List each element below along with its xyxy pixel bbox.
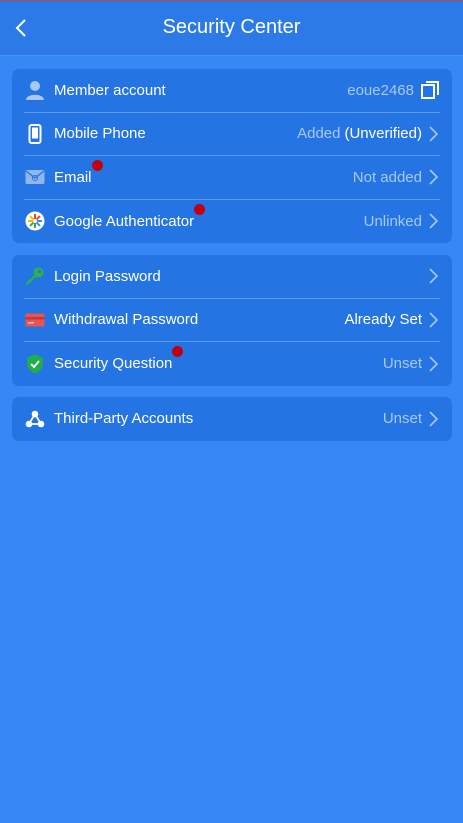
email-status: Not added: [352, 168, 422, 186]
google-authenticator-row[interactable]: Google Authenticator Unlinked: [24, 200, 440, 244]
page-title: Security Center: [162, 16, 301, 38]
copy-icon: [421, 81, 439, 100]
chevron-right-icon: [428, 267, 440, 285]
third-party-accounts-status: Unset: [382, 410, 422, 428]
email-label-text: Email: [54, 168, 92, 186]
chevron-right-icon: [428, 168, 440, 186]
security-question-status: Unset: [382, 355, 422, 373]
withdrawal-password-row[interactable]: Withdrawal Password Already Set: [24, 299, 440, 342]
withdrawal-password-value: Already Set: [344, 311, 440, 329]
member-account-label: Member account: [54, 81, 166, 99]
member-account-value: eoue2468: [347, 81, 440, 100]
alert-dot: [172, 346, 184, 358]
login-password-label: Login Password: [54, 267, 161, 285]
user-icon: [24, 79, 46, 101]
account-card: Member account eoue2468 Mobile Phone Add…: [12, 69, 452, 243]
header-bar: Security Center: [0, 1, 463, 56]
withdrawal-password-status: Already Set: [344, 311, 422, 329]
share-network-icon: [24, 408, 46, 430]
member-account-row: Member account eoue2468: [24, 69, 440, 113]
security-question-value: Unset: [383, 355, 440, 373]
password-card: Login Password Withdrawal Password Alrea…: [12, 255, 452, 386]
third-party-accounts-value: Unset: [383, 410, 440, 428]
third-party-accounts-row[interactable]: Third-Party Accounts Unset: [24, 397, 440, 441]
key-icon: [24, 265, 46, 287]
login-password-row[interactable]: Login Password: [24, 255, 440, 299]
copy-button[interactable]: [421, 81, 440, 100]
mobile-phone-status: Added: [297, 125, 341, 143]
email-row[interactable]: Email Not added: [24, 156, 440, 200]
google-authenticator-label-text: Google Authenticator: [54, 212, 195, 230]
alert-dot: [194, 203, 206, 215]
google-authenticator-label: Google Authenticator: [54, 203, 206, 230]
mobile-phone-label: Mobile Phone: [54, 125, 146, 143]
login-password-value: [422, 267, 440, 285]
email-value: Not added: [353, 168, 440, 186]
security-question-label-text: Security Question: [54, 355, 173, 373]
google-authenticator-icon: [24, 210, 46, 232]
email-label: Email: [54, 159, 103, 186]
card-icon: [24, 309, 46, 331]
phone-icon: [24, 123, 46, 145]
third-party-card: Third-Party Accounts Unset: [12, 397, 452, 441]
google-authenticator-value: Unlinked: [364, 212, 440, 230]
chevron-right-icon: [428, 125, 440, 143]
security-question-row[interactable]: Security Question Unset: [24, 342, 440, 386]
shield-check-icon: [24, 353, 46, 375]
security-question-label: Security Question: [54, 346, 184, 373]
mobile-phone-verification: (Unverified): [344, 125, 422, 143]
mobile-phone-value: Added (Unverified): [297, 125, 440, 143]
third-party-accounts-label: Third-Party Accounts: [54, 410, 194, 428]
email-icon: [24, 166, 46, 188]
chevron-right-icon: [428, 311, 440, 329]
withdrawal-password-label: Withdrawal Password: [54, 311, 199, 329]
member-account-id: eoue2468: [347, 81, 414, 99]
mobile-phone-row[interactable]: Mobile Phone Added (Unverified): [24, 113, 440, 156]
chevron-right-icon: [428, 212, 440, 230]
chevron-right-icon: [428, 410, 440, 428]
alert-dot: [91, 159, 103, 171]
chevron-right-icon: [428, 355, 440, 373]
google-authenticator-status: Unlinked: [363, 212, 422, 230]
